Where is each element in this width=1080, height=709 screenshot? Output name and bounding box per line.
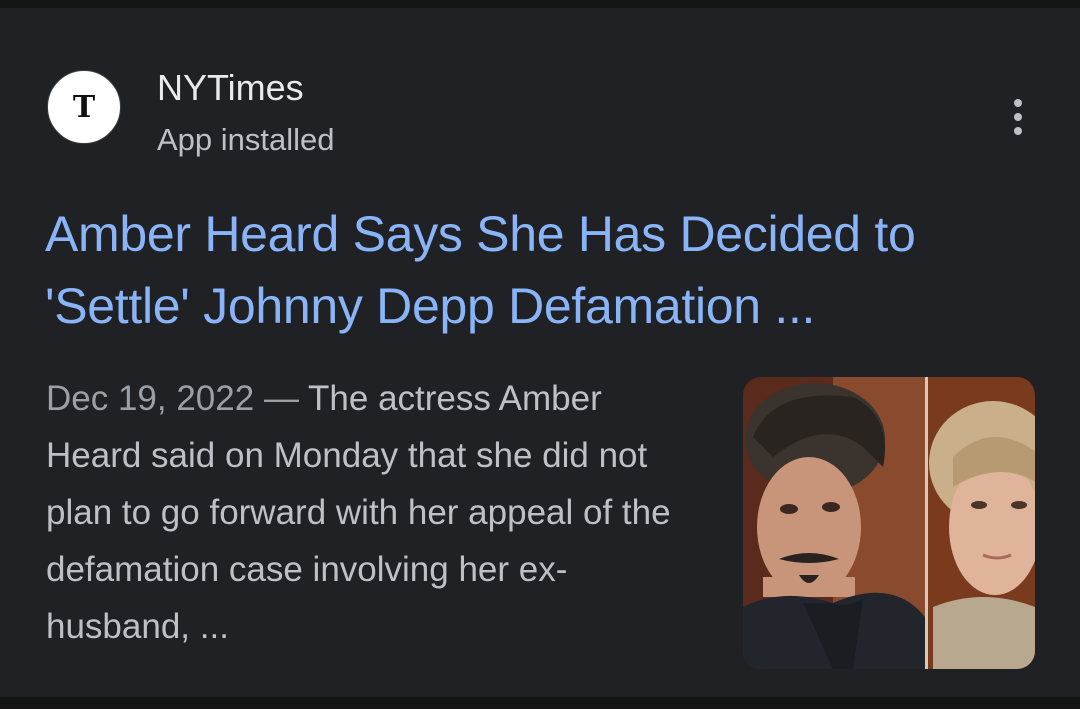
result-date: Dec 19, 2022 (46, 379, 255, 418)
nytimes-logo-icon[interactable]: T (47, 70, 121, 144)
more-options-button[interactable] (996, 92, 1040, 142)
search-result-card[interactable]: T NYTimes App installed Amber Heard Says… (0, 8, 1080, 697)
logo-letter: T (72, 90, 96, 125)
thumbnail-photo (743, 377, 1035, 669)
snippet-text: The actress Amber Heard said on Monday t… (46, 379, 671, 646)
date-separator: — (254, 379, 309, 418)
result-thumbnail[interactable] (743, 377, 1035, 669)
result-title-line-2: 'Settle' Johnny Depp Defamation ... (45, 278, 816, 334)
source-name[interactable]: NYTimes (157, 66, 304, 110)
result-title-link[interactable]: Amber Heard Says She Has Decided to 'Set… (45, 198, 1045, 342)
top-divider (0, 0, 1080, 8)
more-vert-icon (1014, 99, 1022, 107)
result-snippet: Dec 19, 2022 — The actress Amber Heard s… (46, 370, 696, 655)
source-status: App installed (157, 122, 335, 157)
result-title-line-1: Amber Heard Says She Has Decided to (45, 206, 916, 262)
bottom-divider (0, 697, 1080, 709)
